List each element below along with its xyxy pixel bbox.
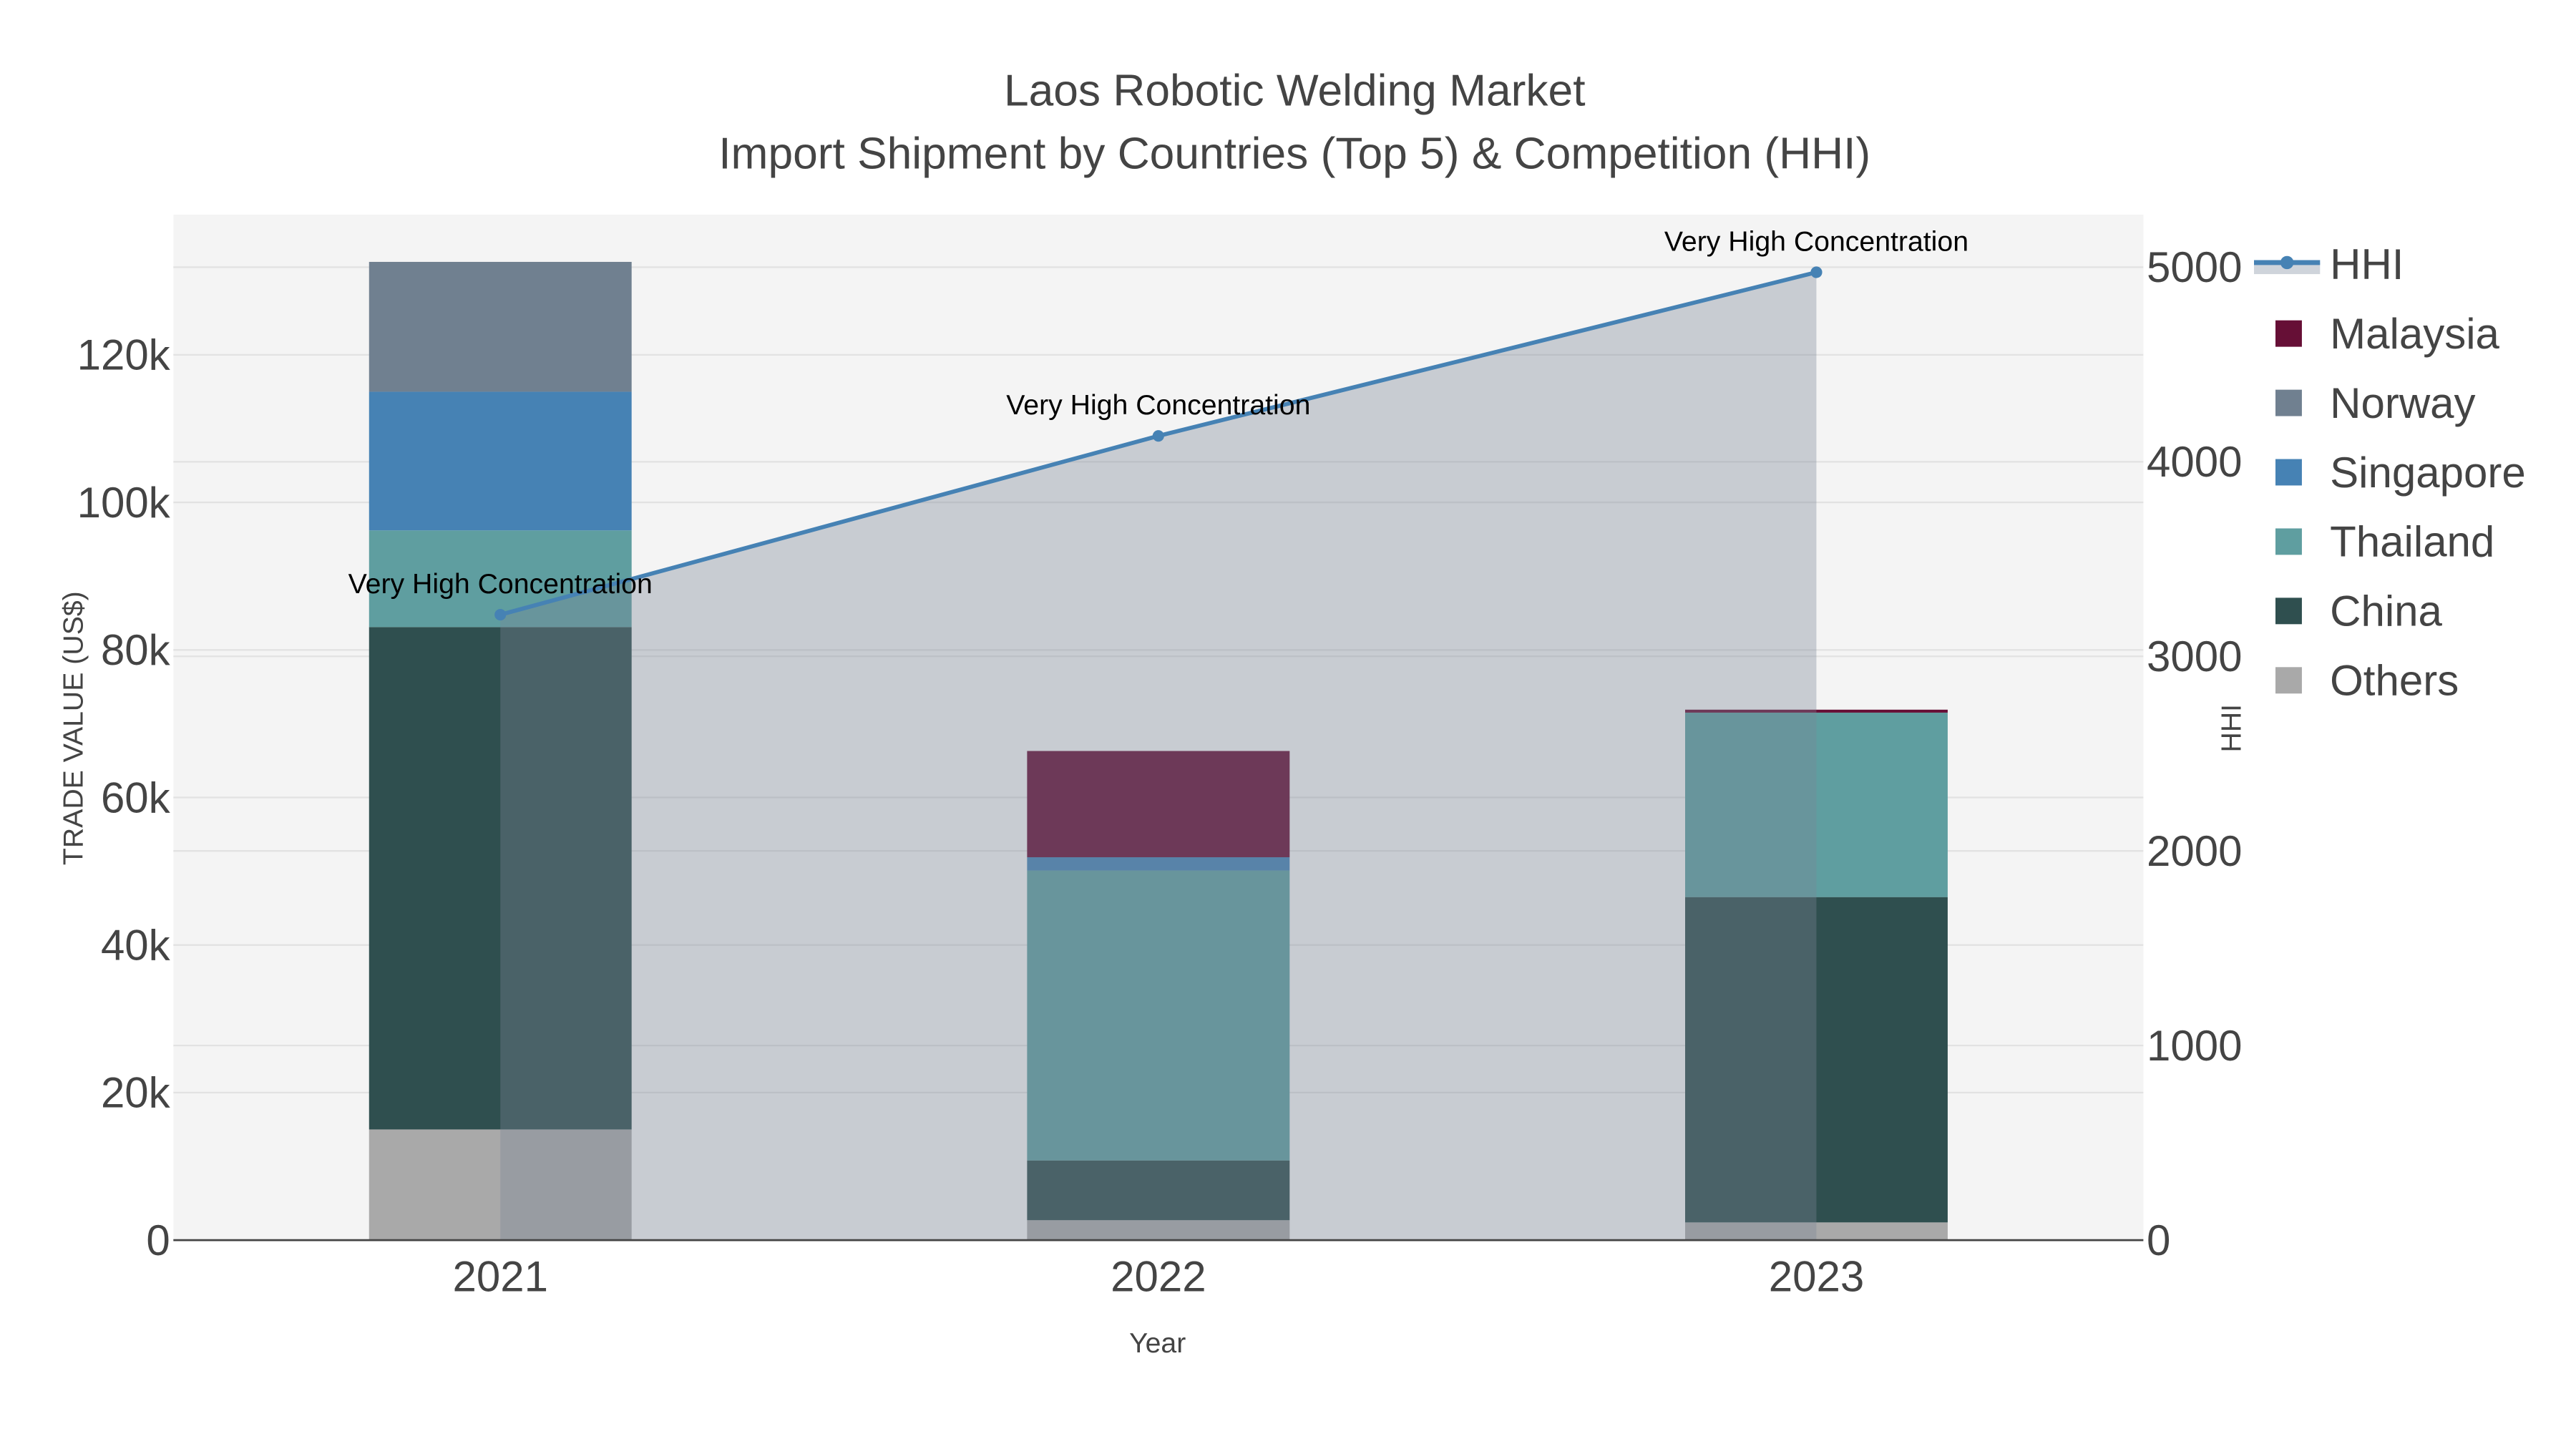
x-axis-title: Year bbox=[1129, 1327, 1186, 1359]
chart-subtitle: Import Shipment by Countries (Top 5) & C… bbox=[718, 129, 1870, 178]
legend-swatch-thailand bbox=[2275, 528, 2302, 555]
legend-swatch-malaysia bbox=[2275, 320, 2302, 347]
legend-label-china: China bbox=[2330, 587, 2442, 635]
hhi-annotation: Very High Concentration bbox=[348, 568, 653, 600]
legend-label-malaysia: Malaysia bbox=[2330, 310, 2499, 358]
hhi-point bbox=[1152, 430, 1164, 442]
x-tick-label: 2023 bbox=[1769, 1253, 1864, 1301]
legend-label-norway: Norway bbox=[2330, 379, 2475, 427]
y2-tick-label: 0 bbox=[2147, 1216, 2170, 1264]
y-tick-label: 40k bbox=[101, 921, 171, 969]
chart-title: Laos Robotic Welding Market bbox=[1004, 67, 1586, 116]
legend-swatch-norway bbox=[2275, 389, 2302, 416]
y2-tick-label: 5000 bbox=[2147, 243, 2242, 291]
legend-label-thailand: Thailand bbox=[2330, 518, 2494, 566]
legend-swatch-others bbox=[2275, 667, 2302, 694]
x-tick-label: 2022 bbox=[1111, 1253, 1206, 1301]
y-tick-label: 20k bbox=[101, 1069, 171, 1117]
y2-tick-label: 4000 bbox=[2147, 438, 2242, 486]
legend-label-hhi: HHI bbox=[2330, 240, 2404, 288]
hhi-annotation: Very High Concentration bbox=[1664, 225, 1968, 257]
bar-singapore-2021 bbox=[369, 391, 632, 531]
legend-swatch-singapore bbox=[2275, 459, 2302, 486]
y2-tick-label: 3000 bbox=[2147, 633, 2242, 680]
legend-label-others: Others bbox=[2330, 657, 2459, 705]
y2-axis-title: HHI bbox=[2216, 704, 2248, 753]
x-tick-label: 2021 bbox=[452, 1253, 547, 1301]
legend-hhi-marker bbox=[2280, 255, 2294, 270]
hhi-annotation: Very High Concentration bbox=[1006, 389, 1310, 421]
y-tick-label: 60k bbox=[101, 774, 171, 821]
y-axis-title: TRADE VALUE (US$) bbox=[57, 591, 89, 865]
legend: HHI Malaysia Norway Singapore Thailand China O… bbox=[2249, 231, 2576, 711]
y2-tick-label: 1000 bbox=[2147, 1022, 2242, 1070]
y-tick-label: 80k bbox=[101, 626, 171, 674]
hhi-point bbox=[494, 609, 507, 621]
legend-label-singapore: Singapore bbox=[2330, 449, 2526, 497]
hhi-point bbox=[1810, 266, 1823, 278]
chart: Very High Concentration Very High Concent… bbox=[0, 0, 2576, 1449]
y-tick-label: 100k bbox=[77, 479, 171, 527]
legend-swatch-china bbox=[2275, 597, 2302, 625]
y-tick-label: 120k bbox=[77, 331, 171, 379]
bar-norway-2021 bbox=[369, 261, 632, 392]
y-tick-label: 0 bbox=[146, 1216, 170, 1264]
y2-tick-label: 2000 bbox=[2147, 827, 2242, 875]
